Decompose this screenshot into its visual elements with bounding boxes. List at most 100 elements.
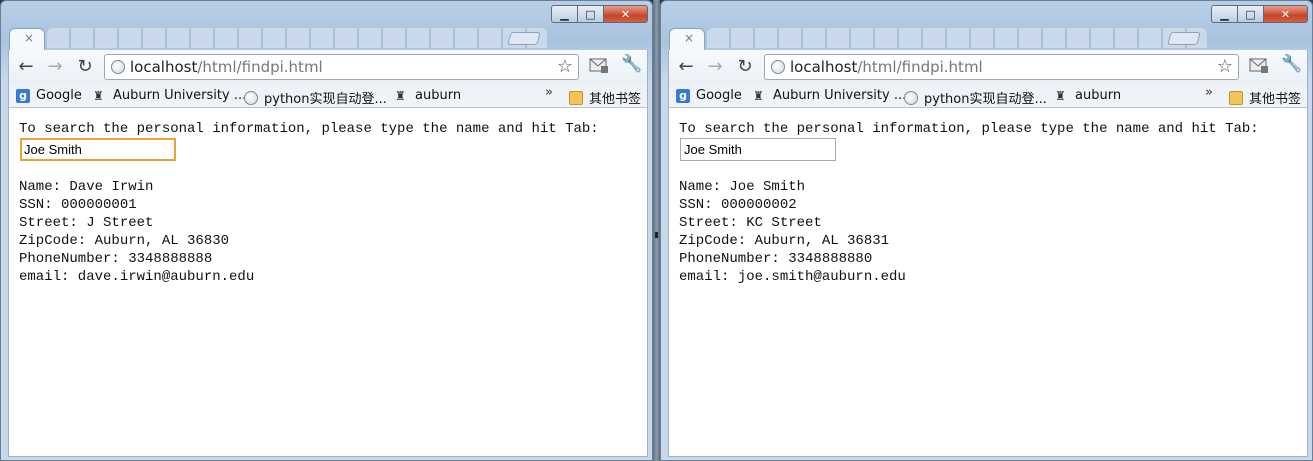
bookmark-star-icon[interactable]: ☆	[1217, 56, 1233, 77]
info-name: Name: Dave Irwin	[19, 179, 154, 195]
page-content: To search the personal information, plea…	[668, 108, 1308, 457]
maximize-button[interactable]: □	[1238, 5, 1264, 23]
bookmark-auburn[interactable]: ♜ auburn	[395, 88, 461, 103]
bookmarks-bar: g Google ♜ Auburn University ... python实…	[668, 84, 1308, 108]
info-ssn: SSN: 000000002	[679, 197, 797, 213]
minimize-button[interactable]: ▁	[1211, 5, 1238, 23]
other-bookmarks-folder[interactable]: 其他书签	[569, 88, 641, 107]
tab-strip: ×	[669, 28, 1306, 50]
new-tab-button[interactable]	[507, 32, 541, 45]
folder-icon	[569, 90, 583, 105]
info-phone: PhoneNumber: 3348888880	[679, 251, 873, 267]
address-bar[interactable]: localhost/html/findpi.html ☆	[104, 54, 579, 80]
window-divider[interactable]	[653, 0, 660, 461]
info-ssn: SSN: 000000001	[19, 197, 137, 213]
bookmark-label: Auburn University ...	[773, 88, 907, 103]
url-host: localhost	[130, 58, 198, 76]
url-path: /html/findpi.html	[197, 58, 323, 76]
active-tab[interactable]: ×	[669, 28, 705, 50]
info-street: Street: KC Street	[679, 215, 822, 231]
bookmark-label: python实现自动登...	[924, 92, 1047, 107]
bookmark-label: Google	[36, 88, 82, 103]
bookmark-label: auburn	[1075, 88, 1122, 103]
other-bookmarks-label: 其他书签	[1249, 92, 1302, 107]
wrench-menu-icon[interactable]: 🔧	[1281, 54, 1302, 74]
address-bar[interactable]: localhost/html/findpi.html ☆	[764, 54, 1239, 80]
globe-icon	[244, 90, 258, 105]
forward-arrow-icon[interactable]: →	[44, 56, 66, 78]
name-search-input[interactable]	[680, 138, 836, 161]
address-url[interactable]: localhost/html/findpi.html	[790, 58, 983, 76]
info-phone: PhoneNumber: 3348888888	[19, 251, 213, 267]
reload-icon[interactable]: ↻	[74, 56, 96, 78]
mail-checker-icon[interactable]	[1249, 57, 1269, 73]
tab-strip: ×	[9, 28, 646, 50]
bookmarks-bar: g Google ♜ Auburn University ... python实…	[8, 84, 648, 108]
auburn-icon: ♜	[93, 88, 104, 103]
search-prompt: To search the personal information, plea…	[19, 121, 599, 137]
mail-checker-icon[interactable]	[589, 57, 609, 73]
new-tab-button[interactable]	[1167, 32, 1201, 45]
bookmark-auburn-university[interactable]: ♜ Auburn University ...	[753, 88, 906, 103]
divider-grip	[655, 232, 658, 238]
info-name: Name: Joe Smith	[679, 179, 806, 195]
url-path: /html/findpi.html	[857, 58, 983, 76]
forward-arrow-icon[interactable]: →	[704, 56, 726, 78]
bookmark-google[interactable]: g Google	[676, 88, 742, 103]
bookmarks-overflow-chevron-icon[interactable]: »	[1205, 85, 1213, 100]
bookmark-python[interactable]: python实现自动登...	[244, 88, 387, 107]
window-controls: ▁ □ ✕	[551, 5, 648, 23]
page-globe-icon	[771, 60, 785, 74]
tab-close-icon[interactable]: ×	[24, 31, 34, 45]
bookmark-label: Google	[696, 88, 742, 103]
browser-window-right: ▁ □ ✕ × ← → ↻ localhost/html/findpi.html…	[660, 0, 1313, 461]
url-host: localhost	[790, 58, 858, 76]
bookmark-google[interactable]: g Google	[16, 88, 82, 103]
auburn-icon: ♜	[753, 88, 764, 103]
tab-strip-background	[47, 28, 547, 48]
info-email: email: dave.irwin@auburn.edu	[19, 269, 255, 285]
tab-strip-background	[707, 28, 1207, 48]
window-controls: ▁ □ ✕	[1211, 5, 1308, 23]
bookmark-label: python实现自动登...	[264, 92, 387, 107]
person-info: Name: Dave Irwin SSN: 000000001 Street: …	[19, 178, 254, 286]
bookmark-python[interactable]: python实现自动登...	[904, 88, 1047, 107]
back-arrow-icon[interactable]: ←	[675, 56, 697, 78]
browser-window-left: ▁ □ ✕ × ← → ↻ localhost/html/findpi.html…	[0, 0, 653, 461]
navigation-toolbar: ← → ↻ localhost/html/findpi.html ☆ 🔧	[8, 50, 648, 84]
bookmark-label: auburn	[415, 88, 462, 103]
search-prompt: To search the personal information, plea…	[679, 121, 1259, 137]
minimize-button[interactable]: ▁	[551, 5, 578, 23]
reload-icon[interactable]: ↻	[734, 56, 756, 78]
info-email: email: joe.smith@auburn.edu	[679, 269, 906, 285]
other-bookmarks-label: 其他书签	[589, 92, 642, 107]
maximize-button[interactable]: □	[578, 5, 604, 23]
globe-icon	[904, 90, 918, 105]
close-window-button[interactable]: ✕	[1264, 5, 1308, 23]
address-url[interactable]: localhost/html/findpi.html	[130, 58, 323, 76]
info-zipcode: ZipCode: Auburn, AL 36831	[679, 233, 890, 249]
back-arrow-icon[interactable]: ←	[15, 56, 37, 78]
active-tab[interactable]: ×	[9, 28, 45, 50]
bookmark-auburn-university[interactable]: ♜ Auburn University ...	[93, 88, 246, 103]
google-icon: g	[676, 88, 690, 103]
name-search-input[interactable]	[20, 138, 176, 161]
auburn-icon: ♜	[1055, 88, 1066, 103]
auburn-icon: ♜	[395, 88, 406, 103]
page-globe-icon	[111, 60, 125, 74]
bookmark-auburn[interactable]: ♜ auburn	[1055, 88, 1121, 103]
bookmark-label: Auburn University ...	[113, 88, 247, 103]
info-street: Street: J Street	[19, 215, 154, 231]
google-icon: g	[16, 88, 30, 103]
wrench-menu-icon[interactable]: 🔧	[621, 54, 642, 74]
close-window-button[interactable]: ✕	[604, 5, 648, 23]
navigation-toolbar: ← → ↻ localhost/html/findpi.html ☆ 🔧	[668, 50, 1308, 84]
person-info: Name: Joe Smith SSN: 000000002 Street: K…	[679, 178, 906, 286]
page-content: To search the personal information, plea…	[8, 108, 648, 457]
bookmarks-overflow-chevron-icon[interactable]: »	[545, 85, 553, 100]
other-bookmarks-folder[interactable]: 其他书签	[1229, 88, 1301, 107]
bookmark-star-icon[interactable]: ☆	[557, 56, 573, 77]
folder-icon	[1229, 90, 1243, 105]
tab-close-icon[interactable]: ×	[684, 31, 694, 45]
info-zipcode: ZipCode: Auburn, AL 36830	[19, 233, 230, 249]
